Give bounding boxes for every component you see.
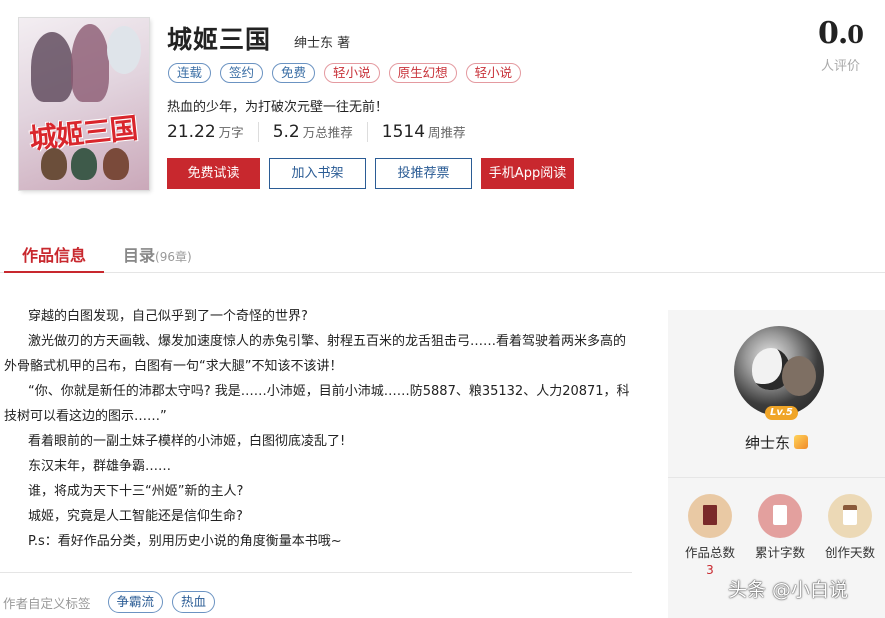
catalog-count: (96章) xyxy=(155,250,192,264)
author-panel: Lv.5 绅士东 作品总数 3 累计字数 创作天数 xyxy=(668,310,885,618)
stat-works-total: 作品总数 3 xyxy=(680,494,740,577)
cover-character xyxy=(31,32,73,102)
stat-label: 创作天数 xyxy=(824,545,875,560)
divider xyxy=(0,572,632,573)
author-name[interactable]: 绅士东 xyxy=(668,432,885,453)
book-tags: 连载 签约 免费 轻小说 原生幻想 轻小说 xyxy=(168,63,522,83)
stat-word-count: 21.22 万字 xyxy=(167,122,259,142)
book-stats: 21.22 万字 5.2 万总推荐 1514 周推荐 xyxy=(167,122,494,142)
description-paragraph: P.s：看好作品分类，别用历史小说的角度衡量本书哦~ xyxy=(28,534,342,549)
tag-original-fantasy[interactable]: 原生幻想 xyxy=(388,63,457,83)
level-badge: Lv.5 xyxy=(765,406,798,420)
tab-bar: 作品信息 目录(96章) xyxy=(0,233,885,273)
description-paragraph: 东汉末年，群雄争霸…… xyxy=(28,459,172,474)
vote-button[interactable]: 投推荐票 xyxy=(375,158,472,189)
tag-signed[interactable]: 签约 xyxy=(220,63,264,83)
stat-weekly-recommend: 1514 周推荐 xyxy=(381,122,466,142)
add-to-shelf-button[interactable]: 加入书架 xyxy=(269,158,366,189)
tag-light-novel-sub[interactable]: 轻小说 xyxy=(465,63,522,83)
app-read-button[interactable]: 手机App阅读 xyxy=(481,158,574,189)
custom-tags: 作者自定义标签 争霸流 热血 xyxy=(3,591,216,613)
watermark: 头条 @小白说 xyxy=(728,579,849,601)
free-read-button[interactable]: 免费试读 xyxy=(167,158,260,189)
book-title: 城姬三国 xyxy=(167,25,272,54)
description-paragraph: 激光做刃的方天画戟、爆发加速度惊人的赤兔引擎、射程五百米的龙舌狙击弓……看着驾驶… xyxy=(4,334,627,374)
cover-character xyxy=(71,24,109,102)
rating-score: 0.0 xyxy=(817,16,864,51)
description-paragraph: “你、你就是新任的沛郡太守吗? 我是……小沛姬，目前小沛城……防5887、粮35… xyxy=(4,384,630,424)
stat-total-words: 累计字数 xyxy=(750,494,810,563)
stat-writing-days: 创作天数 xyxy=(820,494,880,563)
custom-tag[interactable]: 争霸流 xyxy=(107,591,164,613)
stat-label: 累计字数 xyxy=(754,545,805,560)
rating-count: 人评价 xyxy=(820,59,860,74)
medal-icon xyxy=(794,435,808,449)
tab-book-info[interactable]: 作品信息 xyxy=(4,242,104,273)
description-paragraph: 看着眼前的一副土妹子模样的小沛姬，白图彻底凌乱了! xyxy=(28,434,346,449)
description-paragraph: 穿越的白图发现，自己似乎到了一个奇怪的世界? xyxy=(28,309,308,324)
custom-tag[interactable]: 热血 xyxy=(172,591,216,613)
stat-total-recommend: 5.2 万总推荐 xyxy=(273,122,368,142)
book-description: 穿越的白图发现，自己似乎到了一个奇怪的世界? 激光做刃的方天画戟、爆发加速度惊人… xyxy=(4,304,634,554)
cover-mascot xyxy=(107,26,141,74)
coffee-cup-icon xyxy=(828,494,872,538)
divider xyxy=(668,477,885,478)
tag-free[interactable]: 免费 xyxy=(272,63,316,83)
book-intro: 热血的少年，为打破次元壁一往无前！ xyxy=(167,100,389,115)
tab-catalog[interactable]: 目录(96章) xyxy=(123,242,192,266)
book-author[interactable]: 绅士东 著 xyxy=(294,32,350,51)
document-icon xyxy=(758,494,802,538)
custom-tags-label: 作者自定义标签 xyxy=(3,595,91,611)
avatar-cat xyxy=(782,356,816,396)
description-paragraph: 城姬，究竟是人工智能还是信仰生命? xyxy=(28,509,243,524)
rating: 0.0 人评价 xyxy=(817,16,864,74)
stat-label: 作品总数 xyxy=(684,545,735,560)
author-avatar[interactable] xyxy=(734,326,824,416)
book-icon xyxy=(688,494,732,538)
tag-serializing[interactable]: 连载 xyxy=(168,63,212,83)
cover-chibi xyxy=(41,148,67,180)
cover-chibi xyxy=(71,148,97,180)
description-paragraph: 谁，将成为天下十三“州姬”新的主人? xyxy=(28,484,244,499)
tag-light-novel[interactable]: 轻小说 xyxy=(324,63,380,83)
cover-chibi xyxy=(103,148,129,180)
book-cover[interactable]: 城姬三国 xyxy=(19,18,149,190)
action-buttons: 免费试读 加入书架 投推荐票 手机App阅读 xyxy=(167,158,574,189)
